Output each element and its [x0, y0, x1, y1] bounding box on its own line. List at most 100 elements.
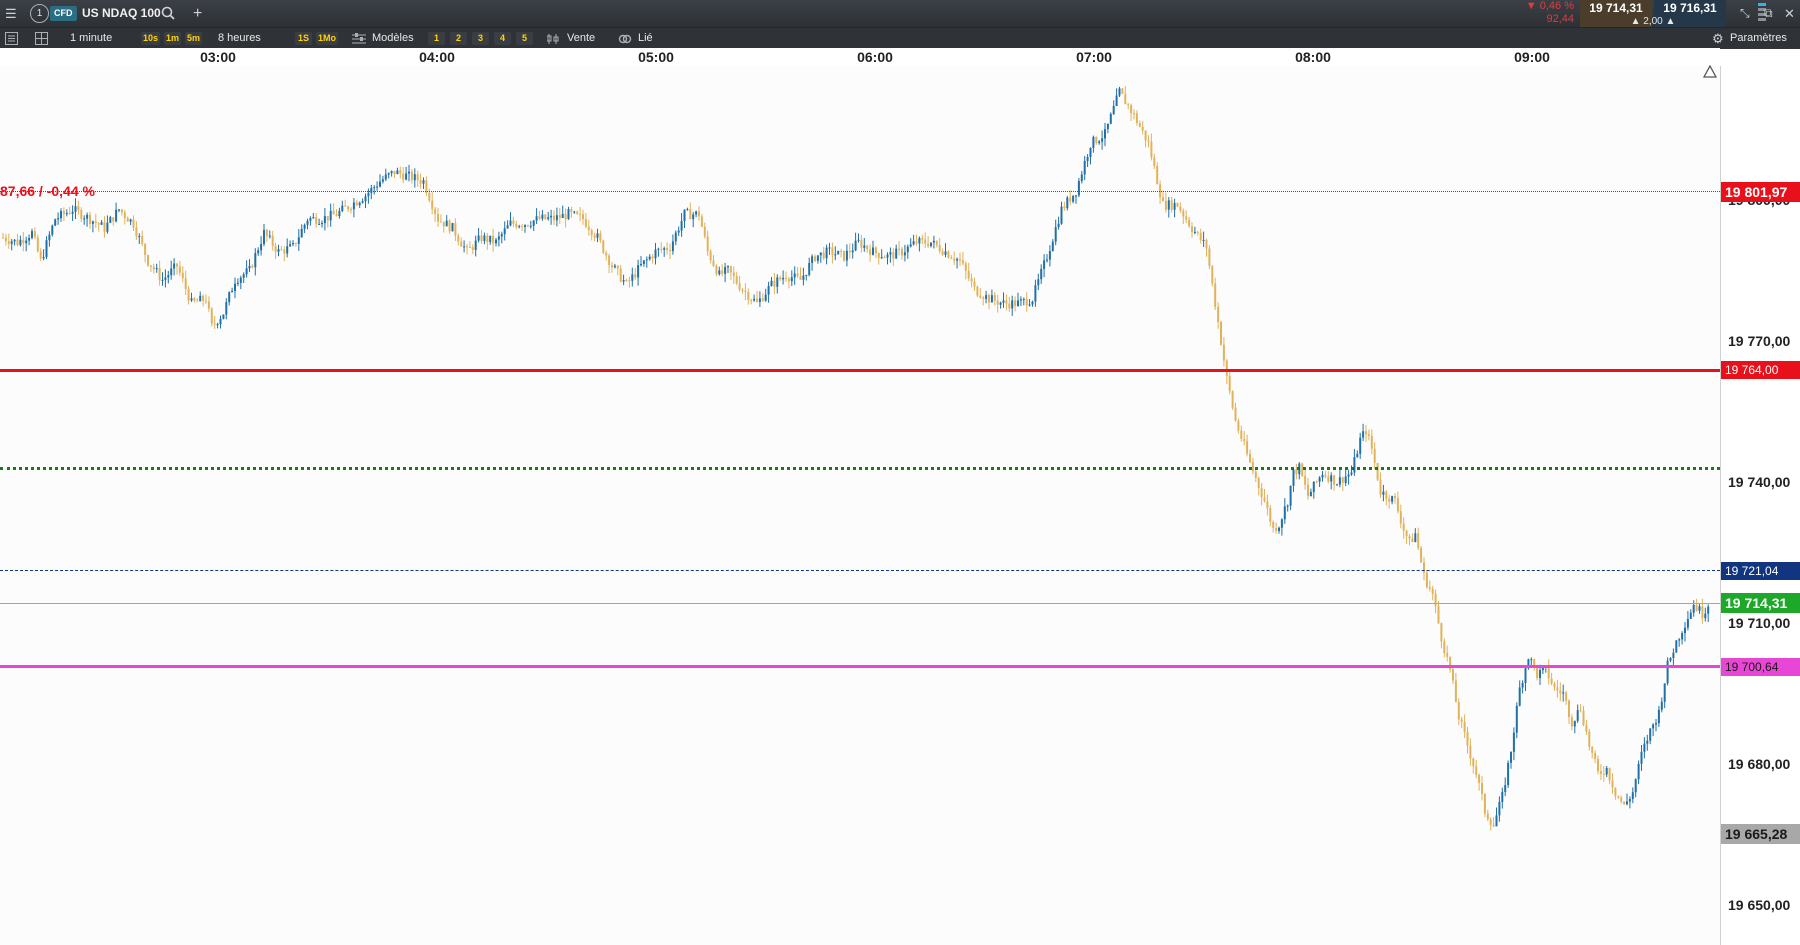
- candle-body: [660, 248, 663, 250]
- candle-body: [48, 234, 51, 241]
- candle-body: [1512, 732, 1515, 752]
- level-line-resistance[interactable]: [0, 369, 1720, 372]
- candle-body: [74, 206, 77, 212]
- candle-body: [1559, 690, 1562, 694]
- candle-body: [97, 223, 100, 225]
- candle-body: [553, 215, 555, 221]
- candle-body: [16, 239, 19, 246]
- candle-body: [457, 235, 460, 242]
- candle-body: [460, 241, 463, 247]
- candle-body: [341, 205, 344, 211]
- candle-body: [932, 240, 935, 243]
- candle-body: [1631, 792, 1634, 800]
- level-line-blue[interactable]: [0, 570, 1720, 571]
- candle-body: [1072, 195, 1075, 202]
- candle-body: [89, 214, 91, 224]
- candle-body: [1182, 210, 1185, 217]
- candle-body: [831, 247, 834, 256]
- candle-body: [7, 241, 10, 244]
- candle-body: [1263, 497, 1266, 502]
- candle-body: [1228, 375, 1231, 392]
- candle-body: [1019, 299, 1022, 301]
- candle-body: [1492, 824, 1495, 827]
- candle-body: [1060, 206, 1063, 224]
- candle-body: [196, 300, 199, 302]
- candle-body: [36, 237, 39, 252]
- candle-body: [1672, 652, 1675, 658]
- candle-body: [825, 247, 828, 259]
- candle-body: [347, 206, 350, 210]
- candle-body: [1278, 527, 1280, 531]
- candle-body: [816, 255, 819, 261]
- candle-body: [1405, 530, 1408, 537]
- candle-body: [1022, 298, 1025, 300]
- candle-body: [999, 302, 1002, 305]
- candle-body: [799, 275, 802, 280]
- level-line-support[interactable]: [0, 665, 1720, 668]
- candle-body: [845, 250, 848, 261]
- detach-icon[interactable]: ⧉: [1764, 0, 1773, 27]
- candle-body: [1623, 801, 1626, 805]
- candle-body: [1649, 728, 1652, 741]
- candle-body: [602, 240, 605, 253]
- candle-body: [309, 218, 312, 221]
- candle-body: [1109, 114, 1112, 124]
- candle-body: [1663, 683, 1666, 702]
- candle-body: [1434, 593, 1437, 606]
- candle-body: [1539, 670, 1541, 679]
- candle-body: [1292, 469, 1295, 486]
- candle-body: [112, 217, 115, 222]
- candle-body: [996, 300, 999, 305]
- level-line-previous-close[interactable]: [0, 191, 1720, 192]
- candle-body: [280, 249, 283, 251]
- candle-body: [1179, 206, 1182, 211]
- collapse-icon[interactable]: ⤡: [1740, 0, 1750, 27]
- candle-body: [1417, 533, 1420, 548]
- candle-body: [700, 216, 703, 227]
- candle-body: [837, 250, 840, 255]
- candle-body: [1486, 813, 1489, 820]
- candle-body: [1344, 476, 1347, 483]
- candle-body: [822, 252, 825, 259]
- candle-body: [1443, 641, 1446, 653]
- candle-body: [959, 259, 961, 261]
- settings-button[interactable]: Paramètres: [1730, 28, 1787, 49]
- candle-body: [1133, 113, 1135, 115]
- candle-body: [277, 249, 280, 252]
- candle-body: [828, 247, 831, 249]
- candle-body: [1208, 248, 1211, 266]
- candle-body: [355, 202, 358, 206]
- candle-body: [686, 209, 689, 211]
- candle-body: [941, 251, 944, 255]
- candle-body: [155, 268, 158, 270]
- candle-body: [292, 242, 294, 245]
- candle-body: [529, 225, 532, 227]
- alert-triangle-icon[interactable]: [1703, 65, 1717, 78]
- candle-body: [1594, 752, 1597, 759]
- candle-body: [970, 278, 973, 282]
- candle-body: [1692, 604, 1695, 613]
- candle-body: [521, 226, 524, 228]
- candle-body: [1518, 687, 1521, 706]
- candle-body: [1367, 434, 1370, 436]
- candle-body: [1205, 239, 1208, 249]
- candle-body: [1536, 666, 1539, 679]
- candle-body: [393, 171, 396, 175]
- candle-body: [793, 273, 796, 278]
- candle-body: [454, 223, 457, 236]
- candle-body: [930, 242, 932, 247]
- candle-body: [1707, 606, 1710, 614]
- level-line-green[interactable]: [0, 467, 1720, 470]
- candle-body: [164, 277, 167, 280]
- candle-body: [1048, 251, 1051, 260]
- candle-body: [1266, 501, 1269, 509]
- price-badge-blue: 19 721,04: [1721, 562, 1800, 580]
- candle-body: [985, 295, 988, 299]
- candle-body: [149, 265, 152, 267]
- candle-body: [190, 298, 193, 301]
- candle-body: [1591, 746, 1594, 753]
- candle-body: [1501, 791, 1504, 802]
- close-icon[interactable]: ✕: [1784, 0, 1795, 27]
- candle-body: [1283, 506, 1286, 520]
- candle-body: [1507, 762, 1510, 786]
